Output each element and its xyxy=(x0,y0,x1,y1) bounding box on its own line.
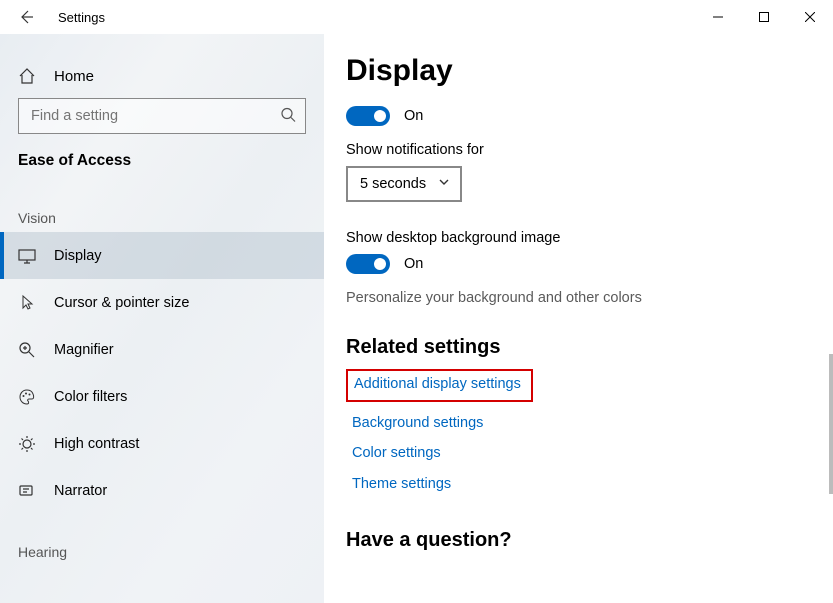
scrollbar[interactable] xyxy=(829,354,833,494)
sidebar-item-label: Narrator xyxy=(54,483,107,499)
link-additional-display[interactable]: Additional display settings xyxy=(352,373,523,396)
close-button[interactable] xyxy=(787,0,833,34)
sidebar-item-label: High contrast xyxy=(54,436,139,452)
notifications-dropdown[interactable]: 5 seconds xyxy=(346,166,462,202)
contrast-icon xyxy=(18,435,36,453)
minimize-icon xyxy=(713,12,723,22)
related-settings-heading: Related settings xyxy=(346,336,815,359)
question-heading: Have a question? xyxy=(346,529,815,552)
titlebar: Settings xyxy=(0,0,833,34)
sidebar: Home Ease of Access Vision Display xyxy=(0,34,324,603)
group-label-hearing: Hearing xyxy=(0,514,324,566)
search-input[interactable] xyxy=(18,98,306,134)
sidebar-item-narrator[interactable]: Narrator xyxy=(0,467,324,514)
group-label-vision: Vision xyxy=(0,180,324,232)
sidebar-item-cursor[interactable]: Cursor & pointer size xyxy=(0,279,324,326)
sidebar-item-label: Display xyxy=(54,248,102,264)
sidebar-item-label: Magnifier xyxy=(54,342,114,358)
magnifier-icon xyxy=(18,341,36,359)
minimize-button[interactable] xyxy=(695,0,741,34)
highlight-box: Additional display settings xyxy=(346,369,533,402)
maximize-icon xyxy=(759,12,769,22)
content-pane: Display On Show notifications for 5 seco… xyxy=(324,34,833,603)
sidebar-item-high-contrast[interactable]: High contrast xyxy=(0,420,324,467)
sidebar-item-label: Color filters xyxy=(54,389,127,405)
back-arrow-icon xyxy=(18,9,34,25)
toggle-display-label: On xyxy=(404,108,423,124)
section-header: Ease of Access xyxy=(0,146,324,180)
close-icon xyxy=(805,12,815,22)
toggle-desktop-bg-label: On xyxy=(404,256,423,272)
notifications-label: Show notifications for xyxy=(346,142,815,158)
toggle-display-on[interactable] xyxy=(346,106,390,126)
sidebar-item-color-filters[interactable]: Color filters xyxy=(0,373,324,420)
desktop-bg-label: Show desktop background image xyxy=(346,230,815,246)
cursor-icon xyxy=(18,294,36,312)
link-theme-settings[interactable]: Theme settings xyxy=(346,469,457,500)
toggle-desktop-bg[interactable] xyxy=(346,254,390,274)
dropdown-value: 5 seconds xyxy=(360,176,426,192)
window-controls xyxy=(695,0,833,34)
page-title: Display xyxy=(346,54,815,88)
sidebar-item-display[interactable]: Display xyxy=(0,232,324,279)
window-title: Settings xyxy=(58,10,105,25)
sidebar-item-label: Cursor & pointer size xyxy=(54,295,189,311)
back-button[interactable] xyxy=(14,5,38,29)
sidebar-item-magnifier[interactable]: Magnifier xyxy=(0,326,324,373)
home-nav-item[interactable]: Home xyxy=(0,54,324,98)
monitor-icon xyxy=(18,247,36,265)
link-background-settings[interactable]: Background settings xyxy=(346,408,489,439)
maximize-button[interactable] xyxy=(741,0,787,34)
personalize-text: Personalize your background and other co… xyxy=(346,290,815,306)
home-label: Home xyxy=(54,68,94,85)
home-icon xyxy=(18,67,36,85)
link-color-settings[interactable]: Color settings xyxy=(346,438,447,469)
narrator-icon xyxy=(18,482,36,500)
palette-icon xyxy=(18,388,36,406)
chevron-down-icon xyxy=(438,176,450,192)
